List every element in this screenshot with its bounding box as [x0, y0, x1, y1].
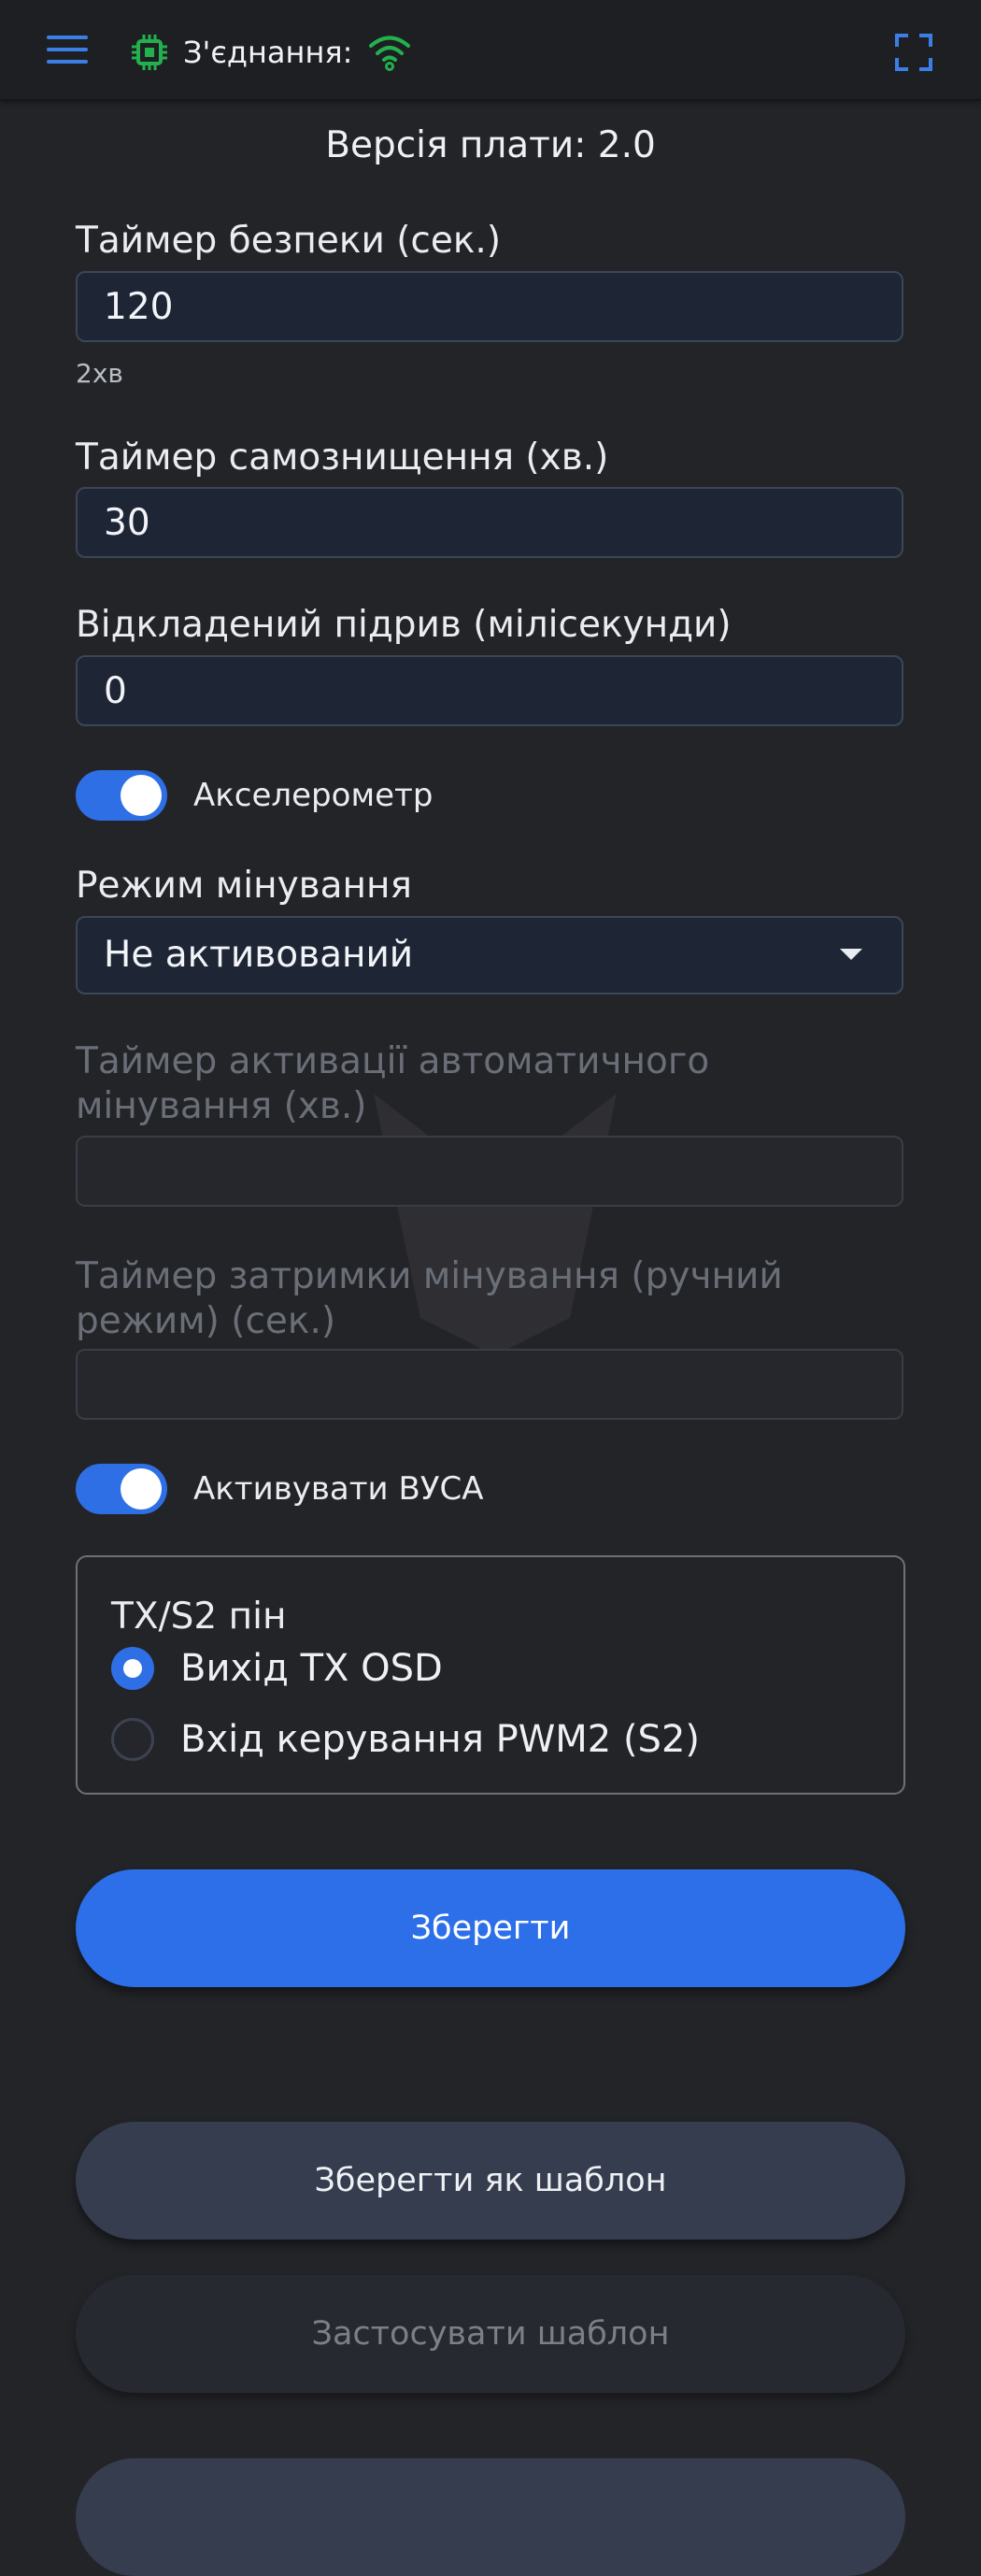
- board-version: Версія плати: 2.0: [325, 124, 656, 166]
- mining-delay-timer-label-line2: режим) (сек.): [76, 1300, 336, 1342]
- mining-delay-timer-label-line1: Таймер затримки мінування (ручний: [76, 1255, 783, 1297]
- accelerometer-label: Акселерометр: [193, 777, 434, 814]
- tx-s2-pin-group: TX/S2 пін Вихід TX OSD Вхід керування PW…: [76, 1555, 905, 1795]
- toggle-knob: [121, 1468, 162, 1510]
- radio-tx-osd-output-label[interactable]: Вихід TX OSD: [180, 1645, 443, 1692]
- self-destruct-timer-input[interactable]: [76, 487, 903, 558]
- chip-icon: [132, 35, 167, 70]
- wifi-icon: [369, 36, 410, 71]
- connection-label: З'єднання:: [183, 35, 353, 70]
- mining-delay-timer-input: [76, 1349, 903, 1420]
- self-destruct-timer-label: Таймер самознищення (хв.): [76, 436, 609, 479]
- top-bar: З'єднання:: [0, 0, 981, 101]
- activate-vusa-label: Активувати ВУСА: [193, 1470, 484, 1508]
- mining-mode-select[interactable]: Не активований: [76, 916, 903, 995]
- safety-timer-hint: 2хв: [76, 358, 123, 389]
- tx-s2-pin-legend: TX/S2 пін: [111, 1596, 287, 1638]
- mining-mode-selected-value: Не активований: [104, 934, 414, 976]
- radio-tx-osd-output[interactable]: [111, 1647, 154, 1690]
- auto-mining-activation-timer-input: [76, 1136, 903, 1207]
- activate-vusa-toggle[interactable]: [76, 1464, 167, 1514]
- accelerometer-toggle[interactable]: [76, 770, 167, 821]
- delayed-detonation-input[interactable]: [76, 655, 903, 726]
- save-as-template-button[interactable]: Зберегти як шаблон: [76, 2122, 905, 2240]
- radio-pwm2-input-label[interactable]: Вхід керування PWM2 (S2): [180, 1716, 700, 1763]
- save-button[interactable]: Зберегти: [76, 1869, 905, 1987]
- safety-timer-input[interactable]: [76, 271, 903, 342]
- apply-template-button: Застосувати шаблон: [76, 2275, 905, 2393]
- mining-delay-timer-label: Таймер затримки мінування (ручний режим)…: [76, 1254, 907, 1344]
- delayed-detonation-label: Відкладений підрив (мілісекунди): [76, 604, 732, 646]
- fullscreen-icon[interactable]: [893, 32, 934, 73]
- radio-pwm2-input[interactable]: [111, 1718, 154, 1761]
- caret-down-icon: [840, 949, 862, 960]
- auto-mining-activation-timer-label-line1: Таймер активації автоматичного: [76, 1040, 710, 1082]
- safety-timer-label: Таймер безпеки (сек.): [76, 220, 502, 262]
- toggle-knob: [121, 775, 162, 816]
- auto-mining-activation-timer-label: Таймер активації автоматичного мінування…: [76, 1039, 907, 1129]
- partially-visible-button[interactable]: [76, 2458, 905, 2576]
- mining-mode-label: Режим мінування: [76, 865, 412, 907]
- hamburger-menu-icon[interactable]: [47, 34, 88, 65]
- auto-mining-activation-timer-label-line2: мінування (хв.): [76, 1085, 367, 1127]
